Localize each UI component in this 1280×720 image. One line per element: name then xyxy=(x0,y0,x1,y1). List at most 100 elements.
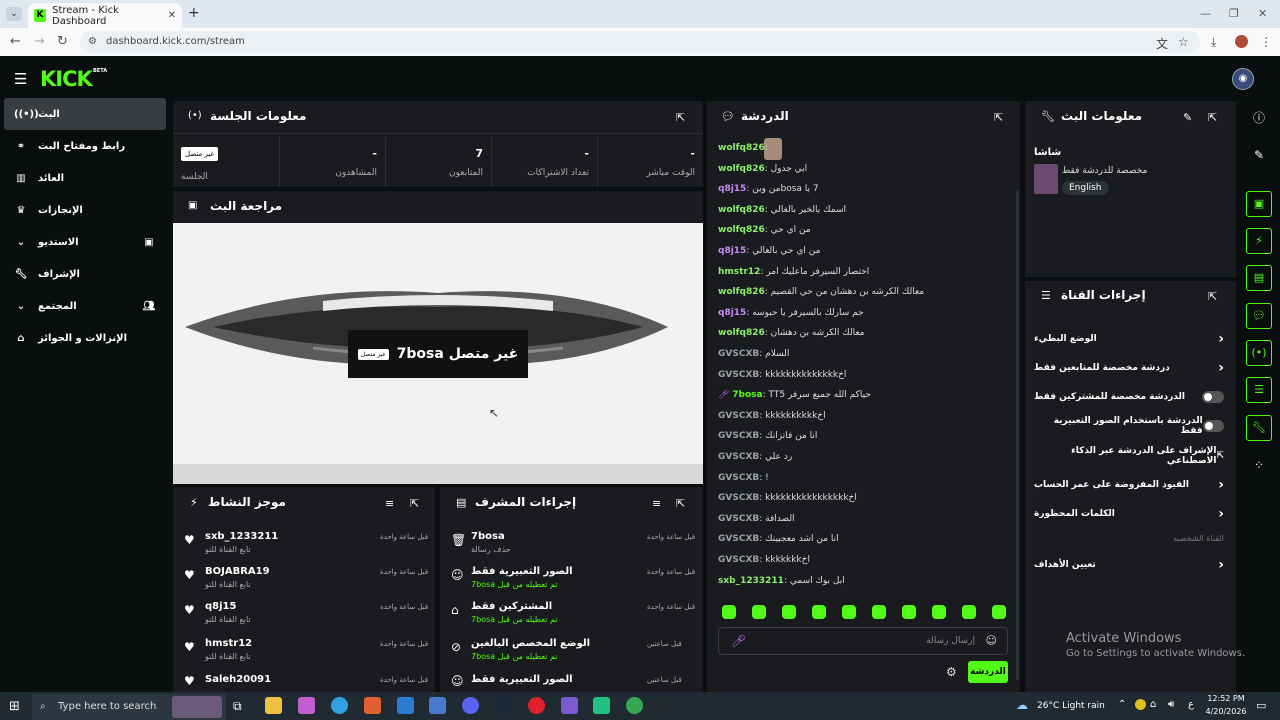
activity-user[interactable]: BOJABRA19 xyxy=(205,566,270,577)
chat-username[interactable]: GVSCXB xyxy=(718,452,759,462)
discord-icon[interactable] xyxy=(462,697,479,714)
popout-icon[interactable]: ⇱ xyxy=(994,111,1003,124)
popout-icon[interactable]: ⇱ xyxy=(676,111,685,124)
chat-username[interactable]: wolfq826 xyxy=(718,287,765,297)
windows-start-icon[interactable]: ⊞ xyxy=(9,699,20,714)
chat-username[interactable]: GVSCXB xyxy=(718,493,759,503)
copilot-icon[interactable] xyxy=(298,697,315,714)
emote-icon[interactable] xyxy=(872,605,886,619)
popout-icon[interactable]: ⇱ xyxy=(1208,111,1217,124)
edit-pencil-icon[interactable]: ✎ xyxy=(1183,111,1192,124)
office-icon[interactable] xyxy=(364,697,381,714)
sidebar-item-stream-key[interactable]: ⚭ رابط ومفتاح البث xyxy=(4,130,166,162)
chat-username[interactable]: wolfq826 xyxy=(718,205,765,215)
chat-username[interactable]: GVSCXB xyxy=(718,431,759,441)
popout-icon[interactable]: ⇱ xyxy=(676,497,685,510)
sidebar-item-studio[interactable]: ⌄ الاستديو ▣ xyxy=(4,226,166,258)
preview-toggle-icon[interactable]: ▣ xyxy=(1246,191,1272,217)
chat-username[interactable]: GVSCXB xyxy=(718,473,759,483)
notifications-icon[interactable]: ▭ xyxy=(1256,699,1266,712)
channel-action-ai-moderation[interactable]: الإشراف على الدردشة عبر الذكاء الاصطناعي… xyxy=(1034,442,1224,470)
mod-actions-toggle-icon[interactable]: ▤ xyxy=(1246,265,1272,291)
menu-icon[interactable]: ☰ xyxy=(14,70,27,88)
chat-username[interactable]: GVSCXB xyxy=(718,555,759,565)
chat-username[interactable]: q8j15 xyxy=(718,308,746,318)
back-icon[interactable]: ← xyxy=(10,34,21,49)
new-tab-button[interactable]: + xyxy=(188,5,200,21)
chat-username[interactable]: GVSCXB xyxy=(718,514,759,524)
activity-toggle-icon[interactable]: ⚡︎ xyxy=(1246,228,1272,254)
chat-settings-icon[interactable]: ⚙ xyxy=(946,665,957,679)
emote-icon[interactable] xyxy=(722,605,736,619)
filter-icon[interactable]: ≡ xyxy=(652,497,661,510)
close-tab-icon[interactable]: ✕ xyxy=(168,10,176,21)
chat-username[interactable]: GVSCXB xyxy=(718,370,759,380)
browser-menu-icon[interactable]: ⋮ xyxy=(1260,35,1272,49)
browser-tab[interactable]: K Stream - Kick Dashboard ✕ xyxy=(28,3,182,28)
chat-username[interactable]: 7bosa xyxy=(732,390,762,400)
app-icon[interactable] xyxy=(593,697,610,714)
session-toggle-icon[interactable]: (•) xyxy=(1246,340,1272,366)
chat-username[interactable]: wolfq826 xyxy=(718,328,765,338)
activity-user[interactable]: Saleh20091 xyxy=(205,674,271,685)
store-icon[interactable] xyxy=(429,697,446,714)
close-window-icon[interactable]: ✕ xyxy=(1258,7,1267,20)
reload-icon[interactable]: ↻ xyxy=(57,34,68,49)
emote-icon[interactable] xyxy=(782,605,796,619)
taskbar-date[interactable]: 4/20/2026 xyxy=(1203,707,1249,716)
add-widget-icon[interactable]: ⁘ xyxy=(1246,452,1272,478)
emote-icon[interactable] xyxy=(812,605,826,619)
emote-icon[interactable] xyxy=(842,605,856,619)
volume-icon[interactable]: 🔊︎ xyxy=(1168,699,1174,710)
taskbar-time[interactable]: 12:52 PM xyxy=(1206,694,1246,703)
filter-icon[interactable]: ≡ xyxy=(385,497,394,510)
tray-chevron-icon[interactable]: ⌃ xyxy=(1118,699,1126,710)
channel-action-goals[interactable]: تعيين الأهداف › xyxy=(1034,551,1224,579)
opera-icon[interactable] xyxy=(528,697,545,714)
browser-profile-avatar[interactable] xyxy=(1235,35,1248,48)
channel-action-slow-mode[interactable]: الوضع البطيء › xyxy=(1034,325,1224,353)
sidebar-item-community[interactable]: ⌄ المجتمع 👥︎ xyxy=(4,290,166,322)
popout-icon[interactable]: ⇱ xyxy=(1208,290,1217,303)
minimize-icon[interactable]: — xyxy=(1200,7,1211,20)
subscribers-only-toggle[interactable] xyxy=(1202,391,1224,403)
outlook-icon[interactable] xyxy=(397,697,414,714)
microphone-icon[interactable]: 🎤︎ xyxy=(731,634,746,648)
stream-info-toggle-icon[interactable]: 🔧︎ xyxy=(1246,415,1272,441)
chat-username[interactable]: wolfq826 xyxy=(718,143,765,153)
channel-action-emotes-only[interactable]: الدردشة باستخدام الصور التعبيرية فقط xyxy=(1034,412,1224,440)
app-icon[interactable] xyxy=(561,697,578,714)
chat-username[interactable]: GVSCXB xyxy=(718,349,759,359)
chrome-icon[interactable] xyxy=(626,697,643,714)
sidebar-item-revenue[interactable]: ▥ العائد xyxy=(4,162,166,194)
download-icon[interactable]: ⤓ xyxy=(1211,35,1216,50)
emote-icon[interactable] xyxy=(752,605,766,619)
activity-user[interactable]: q8j15 xyxy=(205,601,236,612)
edit-pencil-icon[interactable]: ✎ xyxy=(1246,142,1272,168)
forward-icon[interactable]: → xyxy=(34,34,45,49)
channel-actions-toggle-icon[interactable]: ☰ xyxy=(1246,377,1272,403)
chat-send-button[interactable]: الدردشة xyxy=(968,661,1008,683)
sidebar-item-achievements[interactable]: ♛ الإنجازات xyxy=(4,194,166,226)
weather-text[interactable]: 26°C Light rain xyxy=(1037,701,1105,711)
chat-username[interactable]: GVSCXB xyxy=(718,411,759,421)
chat-username[interactable]: q8j15 xyxy=(718,246,746,256)
task-view-icon[interactable]: ⧉ xyxy=(233,699,242,714)
emote-icon[interactable] xyxy=(992,605,1006,619)
channel-action-banned-words[interactable]: الكلمات المحظورة › xyxy=(1034,500,1224,528)
file-explorer-icon[interactable] xyxy=(265,697,282,714)
network-icon[interactable]: ⌂ xyxy=(1150,699,1156,710)
emotes-only-toggle[interactable] xyxy=(1202,420,1224,432)
activity-user[interactable]: hmstr12 xyxy=(205,638,252,649)
tray-app-icon[interactable] xyxy=(1135,699,1146,710)
kick-logo[interactable]: KICK xyxy=(40,67,93,91)
chat-input[interactable]: 🎤︎ إرسال رسالة ☺ xyxy=(718,627,1008,655)
site-info-icon[interactable]: ⚙ xyxy=(88,31,97,53)
bookmark-star-icon[interactable]: ☆ xyxy=(1178,35,1189,49)
steam-icon[interactable] xyxy=(495,697,512,714)
chat-username[interactable]: q8j15 xyxy=(718,184,746,194)
tab-search-button[interactable]: ⌄ xyxy=(6,7,22,21)
edge-icon[interactable] xyxy=(331,697,348,714)
address-bar[interactable]: ⚙ dashboard.kick.com/stream xyxy=(80,31,1200,53)
chat-toggle-icon[interactable]: 💬︎ xyxy=(1246,303,1272,329)
